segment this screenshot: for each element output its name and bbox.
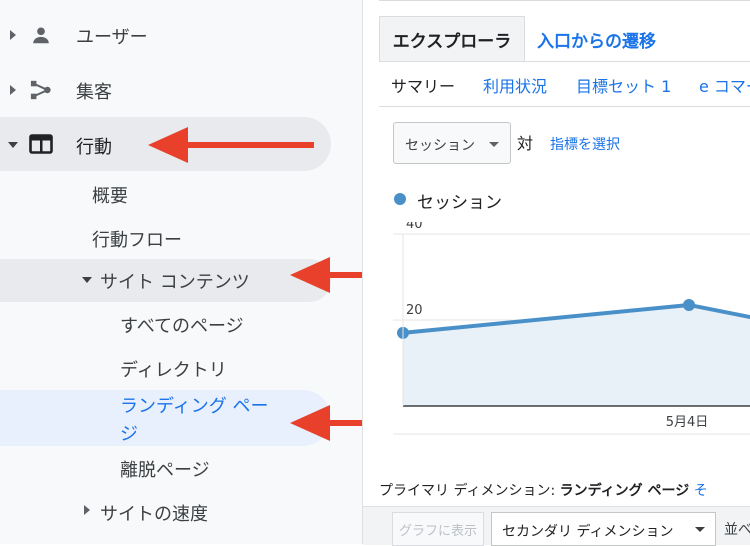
sidebar-item-all-pages[interactable]: すべてのページ — [120, 312, 244, 338]
subtab-site-usage[interactable]: 利用状況 — [483, 73, 547, 97]
report-panel: エクスプローラ 入口からの遷移 サマリー 利用状況 目標セット 1 e コマー … — [362, 0, 750, 546]
primary-dimension-label: プライマリ ディメンション: — [379, 483, 556, 499]
expand-caret-icon[interactable] — [84, 505, 90, 515]
sort-type-label[interactable]: 並べ — [724, 519, 750, 539]
expand-caret-icon[interactable] — [10, 85, 16, 95]
secondary-dimension-label: セカンダリ ディメンション — [502, 524, 674, 540]
behavior-icon — [29, 134, 53, 154]
secondary-dimension-select[interactable]: セカンダリ ディメンション — [491, 512, 716, 546]
y-tick-label: 40 — [406, 222, 423, 232]
sidebar-item-landing-pages[interactable]: ランディング ペー — [120, 392, 268, 418]
x-tick-label: 5月4日 — [666, 415, 709, 430]
person-icon — [33, 27, 49, 44]
sidebar-item-exit-pages[interactable]: 離脱ページ — [120, 456, 210, 482]
subtab-ecommerce[interactable]: e コマー — [699, 73, 750, 97]
plot-rows-button[interactable]: グラフに表示 — [392, 512, 484, 546]
sidebar-item-users[interactable]: ユーザー — [76, 23, 148, 49]
sessions-chart: 20 40 5月4日 — [393, 222, 750, 435]
primary-dimension-value: ランディング ページ — [559, 483, 690, 499]
sidebar-item-behavior-flow[interactable]: 行動フロー — [92, 226, 182, 252]
sidebar-item-acquisition[interactable]: 集客 — [76, 78, 112, 104]
sidebar-item-landing-pages-wrap[interactable]: ジ — [120, 420, 138, 446]
primary-dimension: プライマリ ディメンション: ランディング ページ そ — [379, 480, 708, 500]
tab-explorer[interactable]: エクスプローラ — [379, 16, 525, 62]
subtab-summary[interactable]: サマリー — [391, 73, 455, 97]
sidebar-item-overview[interactable]: 概要 — [92, 182, 128, 208]
vs-label: 対 — [517, 134, 534, 153]
sidebar-item-site-speed[interactable]: サイトの速度 — [100, 500, 208, 526]
divider — [379, 61, 750, 62]
y-tick-label: 20 — [406, 303, 423, 318]
legend-label: セッション — [417, 193, 502, 213]
annotation-arrow — [148, 127, 314, 163]
metric-select[interactable]: セッション — [393, 122, 511, 164]
expand-caret-icon[interactable] — [10, 30, 16, 40]
sidebar-item-directory[interactable]: ディレクトリ — [120, 356, 227, 382]
acquisition-icon — [30, 80, 51, 100]
primary-dimension-other-link[interactable]: そ — [694, 483, 708, 499]
chevron-down-icon — [489, 142, 499, 147]
sidebar-item-behavior[interactable]: 行動 — [76, 133, 112, 159]
metric-select-value: セッション — [405, 138, 475, 154]
divider — [379, 106, 750, 107]
data-point — [683, 298, 695, 311]
legend-swatch — [394, 193, 406, 205]
select-metric-link[interactable]: 指標を選択 — [550, 134, 620, 154]
sidebar-item-site-content[interactable]: サイト コンテンツ — [100, 268, 250, 294]
chevron-down-icon — [695, 527, 705, 532]
subtab-goal-set-1[interactable]: 目標セット 1 — [576, 73, 671, 97]
tab-entrance-paths[interactable]: 入口からの遷移 — [537, 27, 656, 52]
divider — [379, 0, 750, 1]
collapse-caret-icon[interactable] — [8, 142, 18, 148]
collapse-caret-icon[interactable] — [82, 277, 92, 283]
